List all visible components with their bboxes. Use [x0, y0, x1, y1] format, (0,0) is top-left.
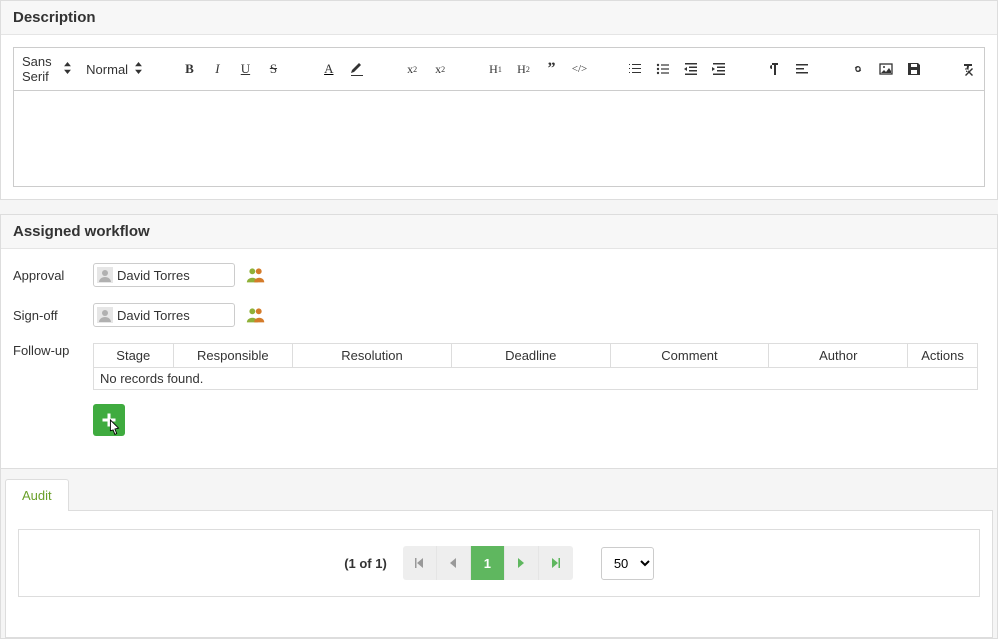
audit-tab-content: (1 of 1) 1 50	[5, 510, 993, 638]
approval-assignee-chip[interactable]: David Torres	[93, 263, 235, 287]
underline-button[interactable]: U	[236, 60, 254, 78]
followup-label: Follow-up	[13, 343, 93, 358]
text-direction-button[interactable]	[765, 60, 783, 78]
save-button[interactable]	[905, 60, 923, 78]
workflow-body: Approval David Torres Sign-off David Tor…	[1, 249, 997, 468]
pager-prev-button[interactable]	[437, 546, 471, 580]
col-actions: Actions	[908, 344, 978, 368]
editor-toolbar: Sans Serif Normal B I U S	[14, 48, 984, 91]
tab-audit-label: Audit	[22, 488, 52, 503]
workflow-panel: Assigned workflow Approval David Torres …	[0, 214, 998, 469]
followup-container: Stage Responsible Resolution Deadline Co…	[93, 343, 978, 436]
description-title: Description	[13, 9, 96, 26]
pager-summary: (1 of 1)	[344, 556, 387, 571]
approval-label: Approval	[13, 268, 93, 283]
italic-button[interactable]: I	[208, 60, 226, 78]
page-size-select[interactable]: 50	[601, 547, 654, 580]
chevron-updown-icon	[134, 62, 143, 77]
followup-table: Stage Responsible Resolution Deadline Co…	[93, 343, 978, 390]
pager-page-number: 1	[484, 556, 491, 571]
avatar-icon	[97, 307, 113, 323]
strike-button[interactable]: S	[264, 60, 282, 78]
superscript-button[interactable]: x2	[431, 60, 449, 78]
pager-last-button[interactable]	[539, 546, 573, 580]
workflow-title: Assigned workflow	[13, 223, 150, 240]
col-comment: Comment	[610, 344, 769, 368]
rich-text-editor: Sans Serif Normal B I U S	[13, 47, 985, 187]
people-picker-icon[interactable]	[245, 264, 267, 286]
highlight-button[interactable]	[348, 60, 366, 78]
workflow-header: Assigned workflow	[1, 215, 997, 249]
editor-textarea[interactable]	[14, 91, 984, 186]
table-empty-row: No records found.	[94, 368, 978, 390]
bold-button[interactable]: B	[180, 60, 198, 78]
chevron-updown-icon	[63, 62, 72, 77]
description-header: Description	[1, 1, 997, 35]
pager-next-button[interactable]	[505, 546, 539, 580]
pager: 1	[403, 546, 573, 580]
clear-format-button[interactable]	[960, 60, 976, 78]
text-color-button[interactable]: A	[320, 60, 338, 78]
signoff-label: Sign-off	[13, 308, 93, 323]
font-size-label: Normal	[86, 62, 128, 77]
tabs-strip: Audit (1 of 1) 1	[0, 469, 998, 639]
align-button[interactable]	[793, 60, 811, 78]
col-stage: Stage	[94, 344, 174, 368]
approval-assignee-name: David Torres	[117, 268, 190, 283]
pager-page-current[interactable]: 1	[471, 546, 505, 580]
signoff-assignee-chip[interactable]: David Torres	[93, 303, 235, 327]
indent-button[interactable]	[710, 60, 728, 78]
description-body: Sans Serif Normal B I U S	[1, 35, 997, 199]
col-deadline: Deadline	[451, 344, 610, 368]
description-panel: Description Sans Serif Normal	[0, 0, 998, 200]
table-header-row: Stage Responsible Resolution Deadline Co…	[94, 344, 978, 368]
approval-row: Approval David Torres	[13, 263, 985, 287]
font-family-select[interactable]: Sans Serif	[22, 54, 72, 84]
col-resolution: Resolution	[293, 344, 452, 368]
add-followup-button[interactable]	[93, 404, 125, 436]
col-author: Author	[769, 344, 908, 368]
h2-button[interactable]: H2	[515, 60, 533, 78]
image-button[interactable]	[877, 60, 895, 78]
codeblock-button[interactable]: </>	[571, 60, 589, 78]
font-size-select[interactable]: Normal	[86, 62, 143, 77]
font-family-label: Sans Serif	[22, 54, 57, 84]
signoff-assignee-name: David Torres	[117, 308, 190, 323]
tab-audit[interactable]: Audit	[5, 479, 69, 511]
audit-pager-panel: (1 of 1) 1 50	[18, 529, 980, 597]
blockquote-button[interactable]: ”	[543, 60, 561, 78]
followup-row: Follow-up Stage Responsible Resolution D…	[13, 343, 985, 436]
h1-button[interactable]: H1	[487, 60, 505, 78]
unordered-list-button[interactable]	[654, 60, 672, 78]
ordered-list-button[interactable]	[626, 60, 644, 78]
subscript-button[interactable]: x2	[403, 60, 421, 78]
outdent-button[interactable]	[682, 60, 700, 78]
signoff-row: Sign-off David Torres	[13, 303, 985, 327]
col-responsible: Responsible	[173, 344, 293, 368]
no-records-text: No records found.	[94, 368, 978, 390]
pager-first-button[interactable]	[403, 546, 437, 580]
people-picker-icon[interactable]	[245, 304, 267, 326]
avatar-icon	[97, 267, 113, 283]
link-button[interactable]	[849, 60, 867, 78]
